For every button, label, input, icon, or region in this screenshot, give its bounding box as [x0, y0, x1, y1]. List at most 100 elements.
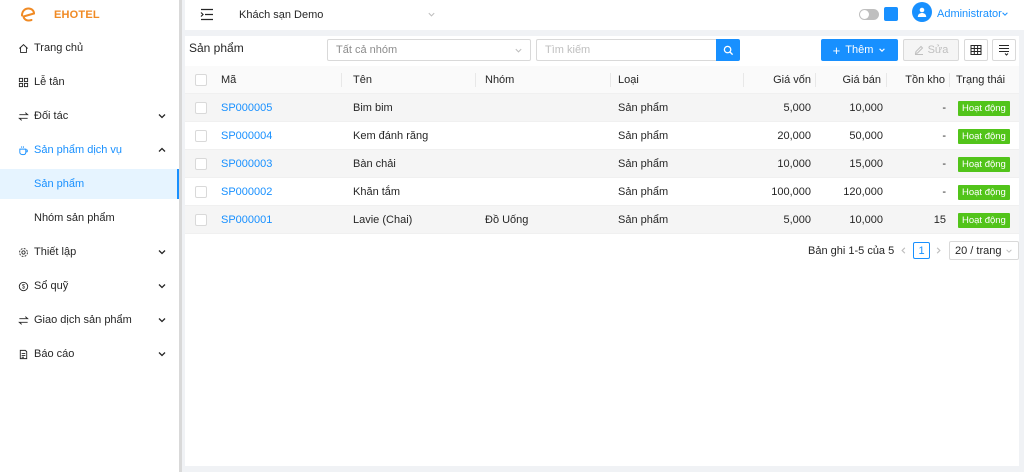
row-checkbox[interactable]: [195, 130, 207, 142]
table-row[interactable]: SP000005 Bim bim Sản phẩm 5,000 10,000 -…: [185, 94, 1019, 122]
theme-toggle[interactable]: [859, 9, 879, 20]
product-price: 50,000: [849, 130, 883, 142]
chevron-down-icon: [158, 352, 166, 357]
status-badge: Hoạt động: [958, 156, 1010, 172]
sidebar-item-label: Trang chủ: [34, 42, 84, 54]
row-checkbox[interactable]: [195, 102, 207, 114]
search-input[interactable]: [536, 39, 717, 61]
chevron-down-icon[interactable]: [427, 10, 436, 19]
column-header-stock[interactable]: Tồn kho: [886, 66, 945, 94]
row-checkbox[interactable]: [195, 214, 207, 226]
product-name: Bàn chải: [353, 158, 396, 170]
sidebar: EHOTEL Trang chủ Lễ tân Đối tác Sản phẩm…: [0, 0, 182, 472]
sidebar-item-home[interactable]: Trang chủ: [0, 33, 179, 63]
product-type: Sản phẩm: [618, 214, 669, 226]
swap-icon: [18, 111, 29, 122]
sidebar-item-label: Lễ tân: [34, 76, 65, 88]
status-badge: Hoạt động: [958, 128, 1010, 144]
product-code-link[interactable]: SP000004: [221, 122, 272, 150]
page-button-current[interactable]: 1: [913, 242, 930, 259]
column-header-price[interactable]: Giá bán: [815, 66, 881, 94]
logo[interactable]: EHOTEL: [0, 0, 179, 30]
column-header-type[interactable]: Loại: [618, 66, 639, 94]
status-cell: Hoạt động: [958, 94, 1010, 122]
user-icon: [917, 7, 927, 17]
table-row[interactable]: SP000002 Khăn tắm Sản phẩm 100,000 120,0…: [185, 178, 1019, 206]
sidebar-item-product-transactions[interactable]: Giao dịch sản phẩm: [0, 305, 179, 335]
column-header-name[interactable]: Tên: [353, 66, 372, 94]
sidebar-subitem-label: Sản phẩm: [34, 178, 85, 190]
sidebar-item-label: Giao dịch sản phẩm: [34, 314, 132, 326]
column-settings-button[interactable]: [992, 39, 1016, 61]
status-cell: Hoạt động: [958, 206, 1010, 234]
product-name: Lavie (Chai): [353, 214, 413, 226]
product-code-link[interactable]: SP000003: [221, 150, 272, 178]
edit-button[interactable]: Sửa: [903, 39, 959, 61]
product-name: Bim bim: [353, 102, 393, 114]
chevron-down-icon[interactable]: [1001, 10, 1009, 18]
product-cost: 10,000: [777, 158, 811, 170]
chevron-left-icon[interactable]: [899, 246, 908, 255]
select-all-checkbox[interactable]: [195, 74, 207, 86]
sidebar-item-label: Sản phẩm dịch vụ: [34, 144, 123, 156]
report-icon: [18, 349, 29, 360]
column-divider: [475, 73, 476, 87]
column-header-code[interactable]: Mã: [221, 66, 236, 94]
product-code-link[interactable]: SP000005: [221, 94, 272, 122]
row-checkbox[interactable]: [195, 186, 207, 198]
product-code-link[interactable]: SP000002: [221, 178, 272, 206]
product-cost: 20,000: [777, 130, 811, 142]
sidebar-subitem-products[interactable]: Sản phẩm: [0, 169, 179, 199]
sidebar-item-settings[interactable]: Thiết lập: [0, 237, 179, 267]
product-price: 15,000: [849, 158, 883, 170]
chevron-down-icon: [158, 250, 166, 255]
column-header-group[interactable]: Nhóm: [485, 66, 514, 94]
column-settings-icon: [999, 45, 1009, 56]
chevron-right-icon[interactable]: [934, 246, 943, 255]
column-header-status[interactable]: Trạng thái: [956, 66, 1005, 94]
product-stock: -: [942, 186, 946, 198]
search-button[interactable]: [716, 39, 740, 61]
sidebar-item-cashbook[interactable]: $ Sổ quỹ: [0, 271, 179, 301]
table-row[interactable]: SP000001 Lavie (Chai) Đồ Uống Sản phẩm 5…: [185, 206, 1019, 234]
chevron-down-icon: [1006, 249, 1012, 253]
product-group: Đồ Uống: [485, 214, 529, 226]
product-price: 10,000: [849, 102, 883, 114]
group-filter-select[interactable]: Tất cả nhóm: [327, 39, 531, 61]
sidebar-item-products-services[interactable]: Sản phẩm dịch vụ: [0, 135, 179, 165]
edit-icon: [914, 45, 923, 55]
product-stock: 15: [933, 214, 946, 226]
products-table: Mã Tên Nhóm Loại Giá vốn Giá bán Tồn kho…: [185, 66, 1019, 234]
sidebar-item-reports[interactable]: Báo cáo: [0, 339, 179, 369]
user-menu[interactable]: Administrator: [937, 8, 1002, 20]
add-button[interactable]: + Thêm: [821, 39, 898, 61]
status-cell: Hoạt động: [958, 150, 1010, 178]
product-code-link[interactable]: SP000001: [221, 206, 272, 234]
sidebar-item-partners[interactable]: Đối tác: [0, 101, 179, 131]
color-swatch[interactable]: [884, 7, 898, 21]
page-size-value: 20 / trang: [955, 244, 1002, 257]
hotel-selector[interactable]: Khách sạn Demo: [239, 9, 323, 21]
page-size-select[interactable]: 20 / trang: [949, 241, 1019, 260]
row-checkbox[interactable]: [195, 158, 207, 170]
group-filter-value: Tất cả nhóm: [336, 44, 398, 56]
column-header-cost[interactable]: Giá vốn: [743, 66, 811, 94]
product-name: Khăn tắm: [353, 186, 401, 198]
table-icon: [970, 45, 982, 55]
product-cost: 5,000: [783, 214, 811, 226]
sidebar-item-label: Đối tác: [34, 110, 69, 122]
chevron-down-icon: [158, 284, 166, 289]
add-button-label: Thêm: [845, 44, 874, 56]
export-table-button[interactable]: [964, 39, 988, 61]
table-row[interactable]: SP000003 Bàn chải Sản phẩm 10,000 15,000…: [185, 150, 1019, 178]
menu-fold-icon[interactable]: [200, 8, 214, 21]
table-row[interactable]: SP000004 Kem đánh răng Sản phẩm 20,000 5…: [185, 122, 1019, 150]
avatar[interactable]: [912, 2, 932, 22]
product-stock: -: [942, 158, 946, 170]
sidebar-item-reception[interactable]: Lễ tân: [0, 67, 179, 97]
main-content: Sản phẩm Tất cả nhóm + Thêm Sửa Mã Tên N…: [185, 36, 1019, 466]
sidebar-item-label: Báo cáo: [34, 348, 75, 360]
home-icon: [18, 43, 29, 54]
gear-icon: [18, 247, 29, 258]
sidebar-subitem-product-groups[interactable]: Nhóm sản phẩm: [0, 203, 179, 233]
